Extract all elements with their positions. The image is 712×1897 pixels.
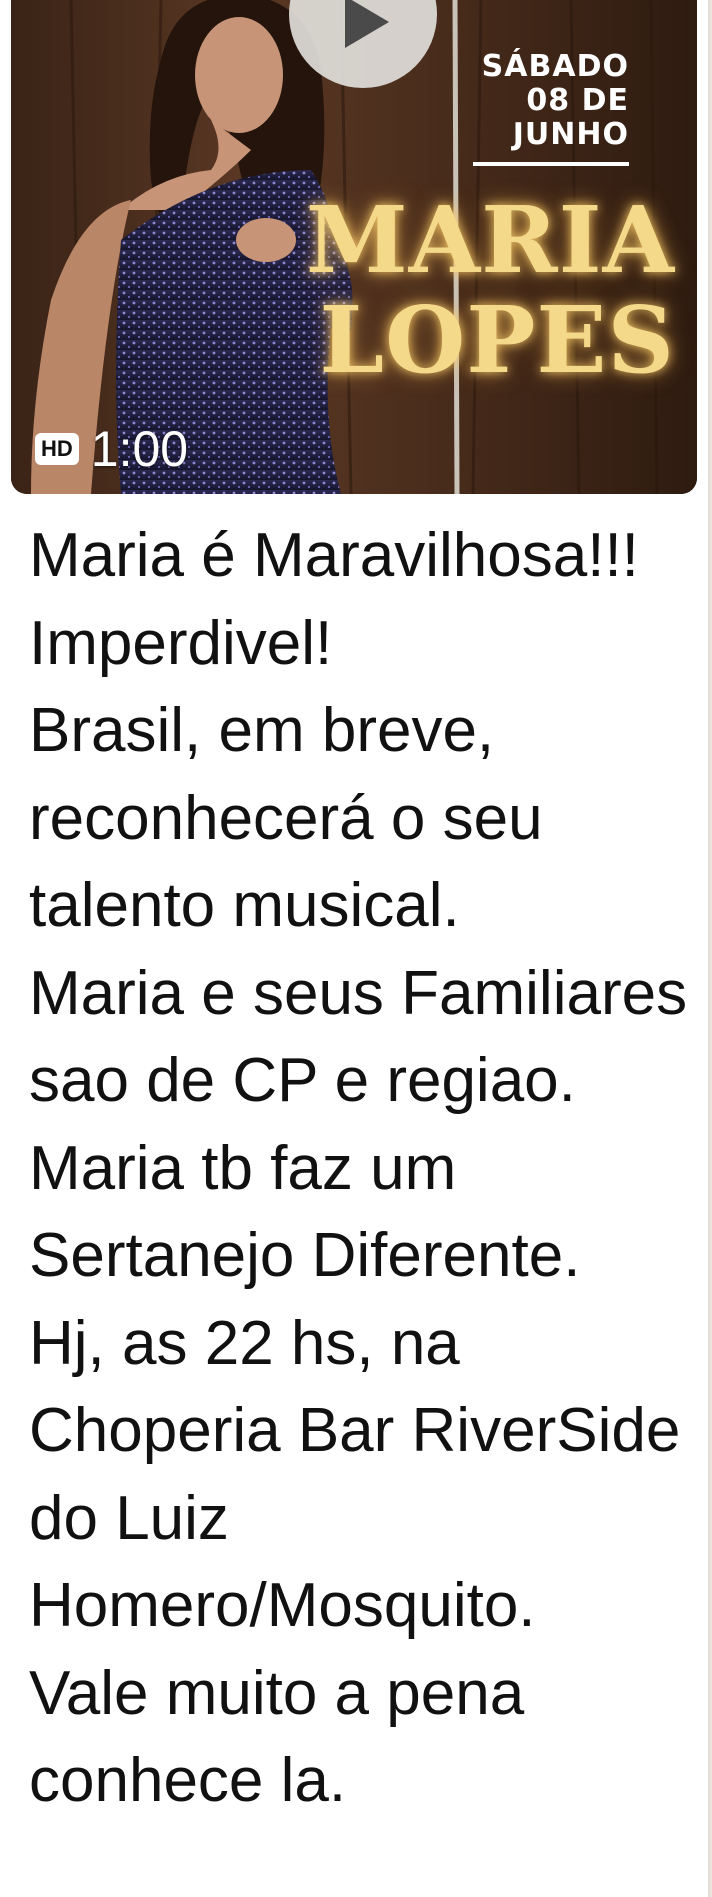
message-bubble: SÁBADO 08 DE JUNHO MARIA LOPES HD 1:00 M… [0, 0, 710, 1897]
poster-date-divider [473, 162, 629, 166]
message-text: Maria é Maravilhosa!!! Imperdivel! Brasi… [29, 521, 688, 1815]
poster-date-line: JUNHO [512, 117, 629, 152]
poster-name-line: LOPES [319, 286, 675, 394]
poster-date: SÁBADO 08 DE JUNHO [473, 50, 629, 166]
poster-date-line: SÁBADO [481, 49, 629, 84]
poster-name-line: MARIA [305, 186, 675, 294]
poster-date-line: 08 DE [526, 83, 629, 118]
hd-badge: HD [35, 433, 79, 465]
play-icon [345, 0, 389, 48]
poster-artist-name: MARIA LOPES [306, 190, 675, 390]
video-thumbnail[interactable]: SÁBADO 08 DE JUNHO MARIA LOPES HD 1:00 [11, 0, 697, 494]
video-meta: HD 1:00 [35, 424, 188, 474]
video-duration: 1:00 [90, 421, 189, 477]
